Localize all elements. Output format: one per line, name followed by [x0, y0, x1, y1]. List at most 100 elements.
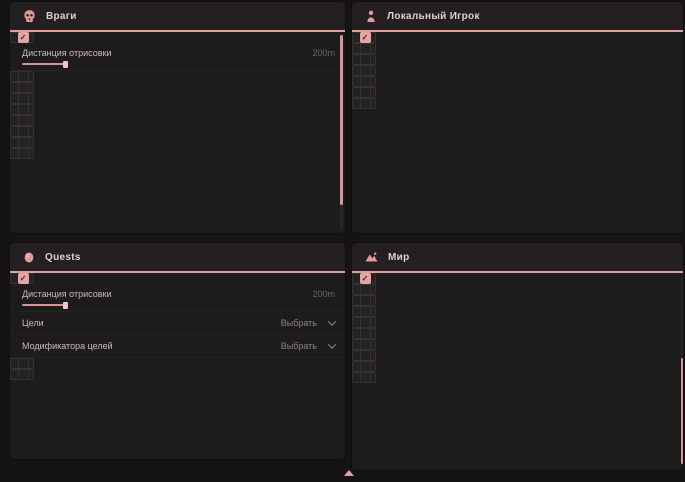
scrollbar-thumb[interactable]	[340, 35, 343, 205]
scrollbar-thumb[interactable]	[681, 358, 683, 464]
setting-value: 200m	[312, 289, 335, 299]
setting-value: 200m	[312, 48, 335, 58]
slider-thumb[interactable]	[63, 302, 68, 309]
checkbox[interactable]	[360, 295, 371, 306]
setting-label: Цели	[22, 318, 44, 328]
checkbox[interactable]: ✓	[360, 32, 371, 43]
panel-title: Мир	[388, 252, 410, 263]
checkbox[interactable]	[360, 328, 371, 339]
setting-row: Смена атмосферы солнца	[352, 295, 376, 306]
scroll-indicator-triangle[interactable]	[344, 470, 354, 476]
panel-local-player: Локальный Игрок Включить✓ЧамсПоказывать …	[352, 2, 683, 233]
setting-row: Показывать следы пуль	[352, 65, 376, 76]
setting-row: Полоска боезапаса	[10, 115, 34, 126]
person-icon	[364, 9, 378, 24]
dropdown-value: Выбрать	[281, 318, 317, 328]
checkbox[interactable]: ✓	[18, 273, 29, 284]
slider-thumb[interactable]	[63, 61, 68, 68]
checkbox[interactable]	[360, 87, 371, 98]
setting-label: Модификатора целей	[22, 341, 113, 351]
setting-row: Показать точки выхода	[352, 372, 376, 383]
checkbox[interactable]	[18, 104, 29, 115]
panel-world: Мир Включить✓Источник светаСмена атмосфе…	[352, 243, 683, 470]
checkbox[interactable]	[360, 76, 371, 87]
setting-row: Контроллер погоды	[352, 317, 376, 328]
checkbox[interactable]	[360, 284, 371, 295]
draw-distance-slider[interactable]	[22, 301, 142, 310]
draw-distance-slider[interactable]	[22, 60, 142, 69]
checkbox[interactable]	[360, 54, 371, 65]
checkbox[interactable]	[360, 317, 371, 328]
checkbox[interactable]	[360, 43, 371, 54]
panel-header[interactable]: Локальный Игрок	[352, 2, 683, 32]
panel-quests: Quests Включить✓ Дистанция отрисовки 200m Ц…	[10, 243, 345, 459]
panel-header[interactable]: Враги	[10, 2, 345, 32]
setting-row: Показывать стационарное оружие	[352, 339, 376, 350]
setting-row: Включить✓	[352, 273, 376, 284]
setting-row: Показывать выходы	[352, 328, 376, 339]
dropdown-value: Выбрать	[281, 341, 317, 351]
skull-icon	[22, 9, 37, 24]
panel-header[interactable]: Quests	[10, 243, 345, 273]
mod-menu-overlay: Враги Включить✓ Дистанция отрисовки 200m Ст…	[0, 0, 685, 482]
checkbox[interactable]	[18, 82, 29, 93]
setting-label: Дистанция отрисовки	[22, 48, 112, 58]
checkbox[interactable]	[18, 137, 29, 148]
checkbox[interactable]	[360, 65, 371, 76]
setting-row: Показывать следы пуль	[10, 148, 34, 159]
checkbox[interactable]	[360, 361, 371, 372]
checkbox[interactable]	[18, 369, 29, 380]
setting-row: Источник света	[352, 284, 376, 295]
chevron-down-icon	[328, 317, 336, 325]
setting-row: Звук попадания	[352, 98, 376, 109]
setting-row: Включить✓	[10, 32, 34, 43]
setting-row: Показывать предметы заданий	[10, 369, 34, 380]
setting-row: Модификатора целей Выбрать	[10, 335, 345, 358]
setting-row: Включить✓	[352, 32, 376, 43]
scrollbar[interactable]	[340, 35, 343, 229]
setting-row: Показать зоны снайперов	[352, 361, 376, 372]
checkbox[interactable]	[360, 339, 371, 350]
checkbox[interactable]	[360, 306, 371, 317]
setting-row: Полоска здоровья	[10, 104, 34, 115]
panel-title: Локальный Игрок	[387, 11, 480, 22]
setting-row: Показывать маркер попадания	[352, 54, 376, 65]
panel-header[interactable]: Мир	[352, 243, 683, 273]
setting-row: Дистанция отрисовки 200m	[10, 43, 345, 71]
panel-title: Quests	[45, 252, 81, 263]
chevron-down-icon	[328, 340, 336, 348]
setting-row: Скелет	[10, 126, 34, 137]
checkbox[interactable]	[18, 71, 29, 82]
panel-enemies: Враги Включить✓ Дистанция отрисовки 200m Ст…	[10, 2, 345, 233]
checkbox[interactable]: ✓	[360, 273, 371, 284]
quest-icon	[22, 250, 36, 265]
select-dropdown[interactable]: Выбрать	[281, 341, 335, 351]
checkbox[interactable]	[360, 350, 371, 361]
panel-title: Враги	[46, 11, 77, 22]
checkbox[interactable]: ✓	[18, 32, 29, 43]
setting-row: Показывать мины	[352, 350, 376, 361]
setting-row: Включить✓	[10, 273, 34, 284]
setting-row: Стрелки за пределами поля зрения	[10, 71, 34, 82]
setting-row: Изменение воздуха	[352, 306, 376, 317]
setting-row: Цели Выбрать	[10, 312, 345, 335]
setting-row: Показывать информацию об оружии	[352, 76, 376, 87]
checkbox[interactable]	[18, 93, 29, 104]
checkbox[interactable]	[360, 372, 371, 383]
setting-row: Дистанция отрисовки 200m	[10, 284, 345, 312]
scrollbar[interactable]	[681, 276, 683, 466]
select-dropdown[interactable]: Выбрать	[281, 318, 335, 328]
setting-row: Показывать прицел	[352, 87, 376, 98]
checkbox[interactable]	[360, 98, 371, 109]
setting-row: Линия обзора	[10, 137, 34, 148]
slider-fill	[22, 63, 64, 65]
checkbox[interactable]	[18, 126, 29, 137]
setting-row: Чамс	[10, 93, 34, 104]
setting-label: Дистанция отрисовки	[22, 289, 112, 299]
checkbox[interactable]	[18, 148, 29, 159]
checkbox[interactable]	[18, 115, 29, 126]
mountain-icon	[364, 250, 379, 264]
checkbox[interactable]	[18, 358, 29, 369]
slider-fill	[22, 304, 64, 306]
setting-row: Показать зоны заданий	[10, 358, 34, 369]
